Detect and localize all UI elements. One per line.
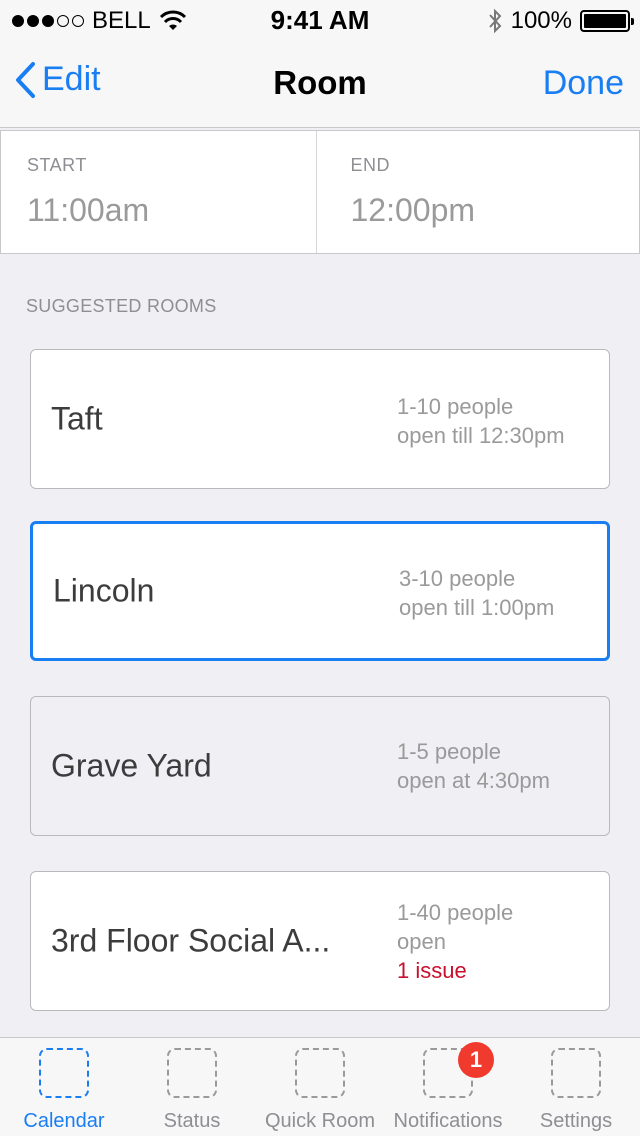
room-card-taft[interactable]: Taft 1-10 people open till 12:30pm	[30, 349, 610, 489]
room-capacity: 3-10 people	[399, 566, 516, 591]
start-time-label: START	[27, 155, 87, 175]
done-button[interactable]: Done	[543, 64, 624, 103]
navigation-bar: Edit Room Done	[0, 40, 640, 128]
battery-percent: 100%	[510, 7, 572, 34]
chevron-left-icon	[16, 61, 35, 98]
tab-label: Notifications	[393, 1110, 503, 1132]
end-time-field[interactable]: END 12:00pm	[315, 131, 640, 253]
status-right: 100%	[487, 7, 634, 35]
tab-label: Settings	[539, 1110, 613, 1132]
room-availability: open till 1:00pm	[399, 595, 555, 620]
back-button[interactable]: Edit	[14, 60, 101, 99]
battery-fill	[584, 14, 626, 28]
calendar-icon	[39, 1048, 89, 1098]
room-card-lincoln[interactable]: Lincoln 3-10 people open till 1:00pm	[30, 521, 610, 661]
end-time-label: END	[350, 155, 391, 175]
quick-room-icon	[295, 1048, 345, 1098]
room-availability: open till 12:30pm	[397, 423, 565, 448]
status-bar: BELL 9:41 AM 100%	[0, 0, 640, 40]
room-availability: open	[397, 929, 446, 954]
room-info: 1-10 people open till 12:30pm	[397, 392, 565, 450]
tab-quick-room[interactable]: Quick Room	[256, 1038, 384, 1136]
tab-label: Quick Room	[264, 1110, 376, 1132]
tab-calendar[interactable]: Calendar	[0, 1038, 128, 1136]
start-time-value: 11:00am	[27, 192, 150, 228]
start-time-field[interactable]: START 11:00am	[1, 131, 316, 253]
room-info: 1-5 people open at 4:30pm	[397, 737, 550, 795]
room-issue[interactable]: 1 issue	[397, 956, 513, 985]
status-icon	[167, 1048, 217, 1098]
time-panel: START 11:00am END 12:00pm	[0, 130, 640, 254]
end-time-value: 12:00pm	[350, 192, 476, 228]
tab-bar: Calendar Status Quick Room 1 Notificatio…	[0, 1037, 640, 1136]
tab-settings[interactable]: Settings	[512, 1038, 640, 1136]
room-name: Lincoln	[53, 572, 155, 609]
room-info: 1-40 people open 1 issue	[397, 898, 513, 985]
room-name: Taft	[51, 400, 103, 437]
bluetooth-icon	[488, 8, 501, 34]
room-card-grave-yard[interactable]: Grave Yard 1-5 people open at 4:30pm	[30, 696, 610, 836]
notification-badge: 1	[458, 1042, 494, 1078]
room-name: 3rd Floor Social A...	[51, 922, 331, 959]
tab-status[interactable]: Status	[128, 1038, 256, 1136]
room-capacity: 1-5 people	[397, 739, 501, 764]
room-capacity: 1-10 people	[397, 394, 514, 419]
room-card-3rd-floor-social[interactable]: 3rd Floor Social A... 1-40 people open 1…	[30, 871, 610, 1011]
section-header-suggested-rooms: SUGGESTED ROOMS	[26, 296, 217, 316]
room-capacity: 1-40 people	[397, 900, 514, 925]
battery-icon	[580, 10, 634, 32]
room-info: 3-10 people open till 1:00pm	[399, 564, 554, 622]
room-name: Grave Yard	[51, 747, 212, 784]
tab-label: Status	[163, 1110, 221, 1132]
back-button-label: Edit	[42, 60, 101, 98]
settings-icon	[551, 1048, 601, 1098]
tab-notifications[interactable]: 1 Notifications	[384, 1038, 512, 1136]
room-availability: open at 4:30pm	[397, 768, 550, 793]
